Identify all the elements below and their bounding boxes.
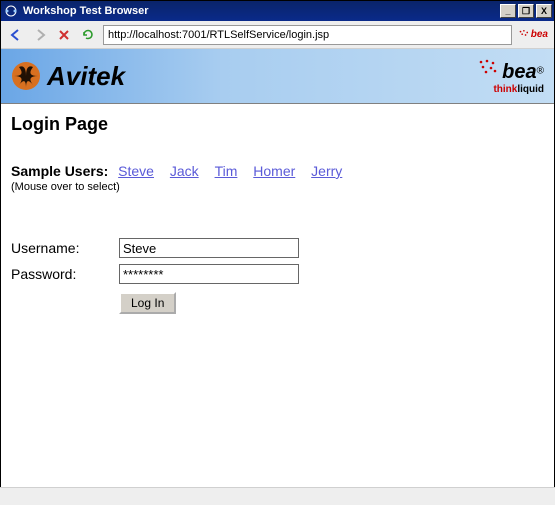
maximize-button[interactable]: ❐: [518, 4, 534, 18]
window-titlebar: Workshop Test Browser _ ❐ X: [1, 1, 554, 21]
back-button[interactable]: [7, 26, 25, 44]
bea-tagline: thinkliquid: [477, 84, 544, 95]
minimize-button[interactable]: _: [500, 4, 516, 18]
status-bar: [0, 487, 555, 505]
browser-toolbar: bea: [1, 21, 554, 49]
sample-users-label: Sample Users:: [11, 163, 108, 179]
bea-dots-icon: [477, 58, 499, 78]
sample-user-link[interactable]: Steve: [118, 163, 154, 179]
password-field[interactable]: [119, 264, 299, 284]
sample-user-link[interactable]: Jerry: [311, 163, 342, 179]
avitek-logo: Avitek: [11, 61, 125, 92]
bea-logo: bea® thinkliquid: [477, 58, 544, 95]
password-label: Password:: [11, 266, 119, 282]
sample-hint: (Mouse over to select): [11, 181, 544, 193]
address-bar[interactable]: [103, 25, 512, 45]
sample-user-link[interactable]: Jack: [170, 163, 199, 179]
page-title: Login Page: [11, 114, 544, 135]
username-row: Username:: [11, 238, 544, 258]
stop-button[interactable]: [55, 26, 73, 44]
username-field[interactable]: [119, 238, 299, 258]
sample-users-row: Sample Users: Steve Jack Tim Homer Jerry: [11, 163, 544, 179]
swirl-icon: [11, 61, 41, 91]
sample-user-link[interactable]: Tim: [215, 163, 238, 179]
username-label: Username:: [11, 240, 119, 256]
app-icon: [3, 3, 19, 19]
window-title: Workshop Test Browser: [23, 5, 500, 17]
bea-text: bea: [502, 61, 536, 83]
close-button[interactable]: X: [536, 4, 552, 18]
page-content: Login Page Sample Users: Steve Jack Tim …: [1, 104, 554, 324]
window-controls: _ ❐ X: [500, 4, 552, 18]
sample-user-link[interactable]: Homer: [253, 163, 295, 179]
refresh-button[interactable]: [79, 26, 97, 44]
header-banner: Avitek bea® thinkliquid: [1, 49, 554, 104]
forward-button[interactable]: [31, 26, 49, 44]
password-row: Password:: [11, 264, 544, 284]
brand-name: Avitek: [47, 61, 125, 92]
login-button[interactable]: Log In: [119, 292, 176, 314]
bea-small-logo: bea: [518, 26, 548, 44]
